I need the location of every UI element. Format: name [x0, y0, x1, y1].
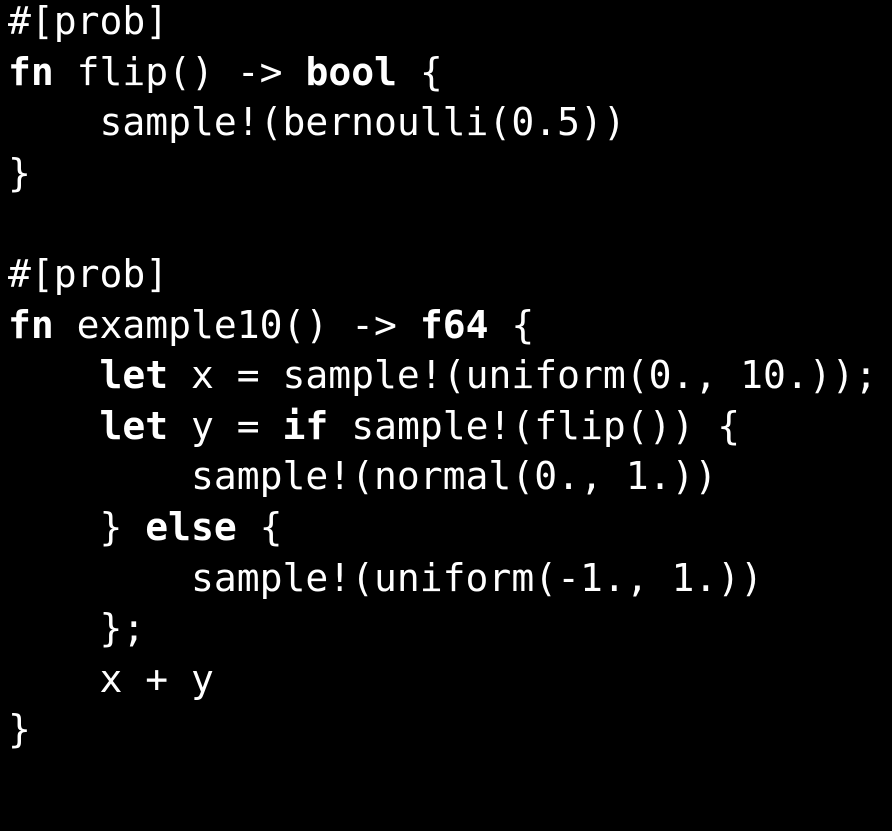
code-token: { [488, 302, 535, 347]
code-editor[interactable]: #[prob] fn flip() -> bool { sample!(berno… [0, 0, 892, 831]
code-token: }; [8, 606, 146, 651]
code-token: sample!(flip()) { [328, 403, 741, 448]
code-line: fn flip() -> bool { [8, 45, 892, 101]
code-line: #[prob] [8, 0, 892, 50]
code-keyword: f64 [419, 302, 489, 347]
code-line: } [8, 702, 892, 758]
code-token: x + y [8, 656, 214, 701]
code-token: x = sample!(uniform(0., 10.)); [168, 353, 878, 398]
code-keyword: let [99, 353, 169, 398]
code-line: } else { [8, 500, 892, 556]
code-token: #[prob] [8, 0, 169, 43]
code-line: fn example10() -> f64 { [8, 298, 892, 354]
code-token: example10() -> [53, 302, 420, 347]
code-line: } [8, 146, 892, 202]
code-token: #[prob] [8, 251, 169, 296]
code-token: { [236, 504, 283, 549]
code-line: }; [8, 601, 892, 657]
code-token: y = [168, 403, 283, 448]
code-keyword: else [145, 504, 237, 549]
code-keyword: if [282, 403, 329, 448]
code-line: sample!(bernoulli(0.5)) [8, 95, 892, 151]
code-token: sample!(normal(0., 1.)) [8, 454, 718, 499]
code-token: sample!(bernoulli(0.5)) [8, 100, 626, 145]
code-keyword: fn [8, 302, 54, 347]
code-token: { [396, 49, 443, 94]
code-line: sample!(normal(0., 1.)) [8, 449, 892, 505]
code-line: sample!(uniform(-1., 1.)) [8, 551, 892, 607]
code-keyword: fn [8, 49, 54, 94]
code-keyword: bool [305, 49, 397, 94]
code-line: ​ [8, 196, 892, 252]
code-keyword: let [99, 403, 169, 448]
code-line: let y = if sample!(flip()) { [8, 399, 892, 455]
code-line: x + y [8, 652, 892, 708]
code-token: } [8, 504, 146, 549]
code-line: let x = sample!(uniform(0., 10.)); [8, 348, 892, 404]
code-line: #[prob] [8, 247, 892, 303]
code-token: flip() -> [53, 49, 306, 94]
code-token: sample!(uniform(-1., 1.)) [8, 555, 763, 600]
code-token: } [8, 707, 31, 752]
code-token: } [8, 150, 31, 195]
